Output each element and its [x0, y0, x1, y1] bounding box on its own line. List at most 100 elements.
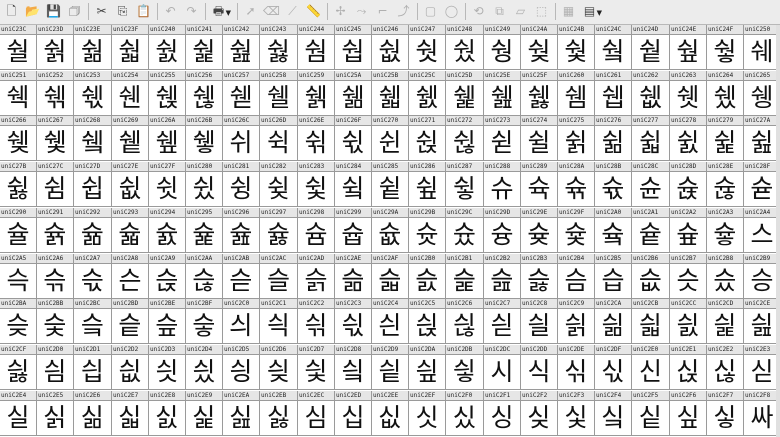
glyph-cell[interactable]: uniC2C8 싈	[521, 299, 558, 344]
glyph-cell[interactable]: uniC2D7 싗	[298, 345, 335, 390]
vertical-scrollbar[interactable]	[776, 25, 780, 437]
glyph-cell[interactable]: uniC249 쉉	[484, 25, 521, 70]
glyph-cell[interactable]: uniC2CA 싊	[595, 299, 632, 344]
glyph-cell[interactable]: uniC2E5 싥	[37, 391, 74, 436]
glyph-cell[interactable]: uniC257 쉗	[223, 71, 260, 116]
new-file-button[interactable]: 🗋	[2, 2, 21, 21]
glyph-cell[interactable]: uniC24E 쉎	[670, 25, 707, 70]
glyph-cell[interactable]: uniC2C9 싉	[558, 299, 595, 344]
glyph-cell[interactable]: uniC266 쉦	[0, 116, 37, 161]
scale-button[interactable]: ⧉	[490, 2, 509, 21]
glyph-cell[interactable]: uniC2B0 슰	[409, 254, 446, 299]
glyph-cell[interactable]: uniC2B9 승	[744, 254, 780, 299]
glyph-cell[interactable]: uniC28D 슍	[670, 162, 707, 207]
glyph-cell[interactable]: uniC276 쉶	[595, 116, 632, 161]
add-corner-button[interactable]: ⌐	[373, 2, 392, 21]
open-button[interactable]: 📂	[23, 2, 42, 21]
glyph-cell[interactable]: uniC27B 쉻	[0, 162, 37, 207]
glyph-cell[interactable]: uniC291 슑	[37, 208, 74, 253]
glyph-cell[interactable]: uniC286 슆	[409, 162, 446, 207]
glyph-cell[interactable]: uniC273 쉳	[484, 116, 521, 161]
glyph-cell[interactable]: uniC2F5 싵	[632, 391, 670, 436]
redo-button[interactable]: ↷	[182, 2, 201, 21]
glyph-cell[interactable]: uniC2B7 슷	[670, 254, 707, 299]
glyph-cell[interactable]: uniC280 슀	[186, 162, 223, 207]
glyph-cell[interactable]: uniC2B4 슴	[558, 254, 595, 299]
glyph-cell[interactable]: uniC240 쉀	[149, 25, 186, 70]
glyph-cell[interactable]: uniC2BA 슺	[0, 299, 37, 344]
glyph-cell[interactable]: uniC256 쉖	[186, 71, 223, 116]
glyph-cell[interactable]: uniC283 슃	[298, 162, 335, 207]
glyph-cell[interactable]: uniC260 쉠	[558, 71, 595, 116]
glyph-cell[interactable]: uniC277 쉷	[632, 116, 670, 161]
glyph-cell[interactable]: uniC29A 슚	[372, 208, 409, 253]
glyph-cell[interactable]: uniC25C 쉜	[409, 71, 446, 116]
ruler-button[interactable]: 📏	[304, 2, 323, 21]
glyph-cell[interactable]: uniC262 쉢	[632, 71, 670, 116]
glyph-cell[interactable]: uniC264 쉤	[707, 71, 744, 116]
glyph-cell[interactable]: uniC2AC 슬	[260, 254, 298, 299]
grid-view-button[interactable]: ▦	[559, 2, 578, 21]
glyph-cell[interactable]: uniC288 슈	[484, 162, 521, 207]
glyph-cell[interactable]: uniC248 쉈	[446, 25, 484, 70]
glyph-cell[interactable]: uniC2C0 싀	[223, 299, 260, 344]
glyph-cell[interactable]: uniC2D0 싐	[37, 345, 74, 390]
print-button[interactable]: 🖶 ▼	[209, 2, 231, 21]
glyph-cell[interactable]: uniC27D 쉽	[74, 162, 112, 207]
glyph-cell[interactable]: uniC2B2 슲	[484, 254, 521, 299]
glyph-cell[interactable]: uniC2F7 싷	[707, 391, 744, 436]
glyph-cell[interactable]: uniC2DA 싚	[409, 345, 446, 390]
add-point-button[interactable]: ✢	[331, 2, 350, 21]
glyph-cell[interactable]: uniC2BC 슼	[74, 299, 112, 344]
glyph-cell[interactable]: uniC2A3 슣	[707, 208, 744, 253]
glyph-cell[interactable]: uniC244 쉄	[298, 25, 335, 70]
glyph-cell[interactable]: uniC296 슖	[223, 208, 260, 253]
glyph-cell[interactable]: uniC2D2 싒	[112, 345, 149, 390]
glyph-cell[interactable]: uniC295 슕	[186, 208, 223, 253]
flip-button[interactable]: ⬚	[532, 2, 551, 21]
save-button[interactable]: 💾	[44, 2, 63, 21]
glyph-cell[interactable]: uniC2B8 슸	[707, 254, 744, 299]
glyph-cell[interactable]: uniC2BB 슻	[37, 299, 74, 344]
glyph-cell[interactable]: uniC27C 쉼	[37, 162, 74, 207]
glyph-cell[interactable]: uniC269 쉩	[112, 116, 149, 161]
add-tangent-button[interactable]: ⤴	[394, 2, 413, 21]
glyph-cell[interactable]: uniC2A8 슨	[112, 254, 149, 299]
glyph-cell[interactable]: uniC2E0 신	[632, 345, 670, 390]
glyph-cell[interactable]: uniC2BE 슾	[149, 299, 186, 344]
glyph-cell[interactable]: uniC243 쉃	[260, 25, 298, 70]
glyph-cell[interactable]: uniC25F 쉟	[521, 71, 558, 116]
glyph-cell[interactable]: uniC29D 슝	[484, 208, 521, 253]
glyph-cell[interactable]: uniC294 슔	[149, 208, 186, 253]
glyph-cell[interactable]: uniC289 슉	[521, 162, 558, 207]
glyph-cell[interactable]: uniC285 슅	[372, 162, 409, 207]
glyph-cell[interactable]: uniC2A6 슦	[37, 254, 74, 299]
display-options-button[interactable]: ▤ ▼	[580, 2, 602, 21]
glyph-cell[interactable]: uniC2D1 싑	[74, 345, 112, 390]
glyph-cell[interactable]: uniC26E 쉮	[298, 116, 335, 161]
ellipse-button[interactable]: ◯	[442, 2, 461, 21]
glyph-cell[interactable]: uniC270 쉰	[372, 116, 409, 161]
glyph-cell[interactable]: uniC26C 쉬	[223, 116, 260, 161]
glyph-cell[interactable]: uniC27E 쉾	[112, 162, 149, 207]
glyph-cell[interactable]: uniC246 쉆	[372, 25, 409, 70]
glyph-cell[interactable]: uniC2D8 싘	[335, 345, 372, 390]
glyph-cell[interactable]: uniC2E2 싢	[707, 345, 744, 390]
glyph-cell[interactable]: uniC251 쉑	[0, 71, 37, 116]
glyph-cell[interactable]: uniC290 슐	[0, 208, 37, 253]
glyph-cell[interactable]: uniC2D9 싙	[372, 345, 409, 390]
glyph-cell[interactable]: uniC2BF 슿	[186, 299, 223, 344]
glyph-cell[interactable]: uniC24A 쉊	[521, 25, 558, 70]
glyph-cell[interactable]: uniC2F8 싸	[744, 391, 780, 436]
glyph-cell[interactable]: uniC2B3 슳	[521, 254, 558, 299]
glyph-cell[interactable]: uniC2F6 싶	[670, 391, 707, 436]
glyph-cell[interactable]: uniC299 슙	[335, 208, 372, 253]
glyph-cell[interactable]: uniC255 쉕	[149, 71, 186, 116]
glyph-cell[interactable]: uniC24B 쉋	[558, 25, 595, 70]
glyph-cell[interactable]: uniC253 쉓	[74, 71, 112, 116]
glyph-cell[interactable]: uniC287 슇	[446, 162, 484, 207]
glyph-cell[interactable]: uniC2D3 싓	[149, 345, 186, 390]
glyph-cell[interactable]: uniC2DE 싞	[558, 345, 595, 390]
glyph-cell[interactable]: uniC2AA 슪	[186, 254, 223, 299]
glyph-cell[interactable]: uniC2E8 싨	[149, 391, 186, 436]
